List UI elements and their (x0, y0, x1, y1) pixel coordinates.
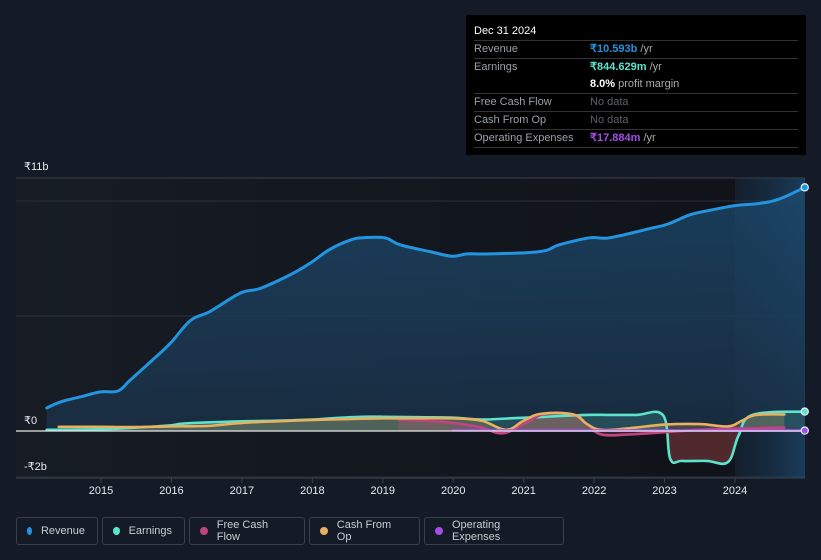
tooltip-value: No data (590, 114, 629, 126)
x-tick-label: 2016 (159, 485, 184, 497)
x-axis-ticks (100, 478, 736, 483)
legend-item-operating-expenses[interactable]: Operating Expenses (424, 517, 564, 545)
tooltip-value: ₹844.629m (590, 61, 647, 73)
tooltip-label: Revenue (474, 43, 519, 55)
legend-item-free-cash-flow[interactable]: Free Cash Flow (189, 517, 305, 545)
tooltip-value: No data (590, 96, 629, 108)
operating-expenses-dot-icon (435, 527, 443, 535)
legend-label: Revenue (40, 525, 85, 537)
legend: Revenue Earnings Free Cash Flow Cash Fro… (16, 517, 564, 545)
x-tick-label: 2015 (88, 485, 114, 497)
tooltip-row-revenue: Revenue ₹10.593b /yr (474, 41, 798, 59)
tooltip-unit: /yr (640, 132, 656, 144)
x-tick-label: 2021 (511, 485, 536, 497)
legend-label: Operating Expenses (451, 519, 501, 543)
tooltip-label: Operating Expenses (474, 132, 574, 144)
y-label-top: ₹11b (24, 161, 49, 173)
tooltip-row-cash-from-op: Cash From Op No data (474, 112, 798, 130)
tooltip-label: Earnings (474, 61, 518, 73)
tooltip-value: 8.0% (590, 78, 616, 90)
earnings-dot-icon (113, 527, 120, 535)
x-tick-label: 2019 (370, 485, 396, 497)
earnings-endpoint (800, 407, 809, 416)
tooltip-panel: Dec 31 2024 Revenue ₹10.593b /yr Earning… (466, 15, 806, 155)
x-tick-label: 2020 (440, 485, 466, 497)
legend-label: Cash From Op (336, 519, 392, 543)
tooltip-label: Cash From Op (474, 114, 547, 126)
x-tick-label: 2022 (581, 485, 607, 497)
operating-expenses-endpoint (800, 426, 809, 435)
tooltip-value: ₹17.884m (590, 132, 641, 144)
x-tick-label: 2018 (300, 485, 325, 497)
tooltip-row-profit-margin: 8.0% profit margin (474, 76, 798, 94)
legend-item-cash-from-op[interactable]: Cash From Op (309, 517, 420, 545)
revenue-endpoint (800, 183, 809, 192)
tooltip-unit: profit margin (615, 78, 680, 90)
tooltip-unit: /yr (637, 43, 653, 55)
y-label-zero: ₹0 (24, 415, 38, 427)
x-tick-label: 2024 (722, 485, 748, 497)
legend-label: Earnings (128, 525, 172, 537)
cash-from-op-dot-icon (320, 527, 328, 535)
tooltip-row-earnings: Earnings ₹844.629m /yr (474, 59, 798, 76)
tooltip-row-free-cash-flow: Free Cash Flow No data (474, 94, 798, 112)
tooltip-label: Free Cash Flow (474, 96, 552, 108)
legend-item-revenue[interactable]: Revenue (16, 517, 98, 545)
tooltip-value: ₹10.593b (590, 43, 638, 55)
tooltip-unit: /yr (646, 61, 662, 73)
tooltip-date: Dec 31 2024 (474, 23, 798, 41)
y-label-bottom: -₹2b (24, 461, 47, 473)
tooltip-label (474, 76, 590, 93)
x-tick-label: 2017 (229, 485, 255, 497)
legend-label: Free Cash Flow (216, 519, 269, 543)
tooltip-row-operating-expenses: Operating Expenses ₹17.884m /yr (474, 130, 798, 148)
legend-item-earnings[interactable]: Earnings (102, 517, 185, 545)
revenue-dot-icon (27, 527, 32, 535)
x-tick-label: 2023 (652, 485, 677, 497)
free-cash-flow-dot-icon (200, 527, 208, 535)
